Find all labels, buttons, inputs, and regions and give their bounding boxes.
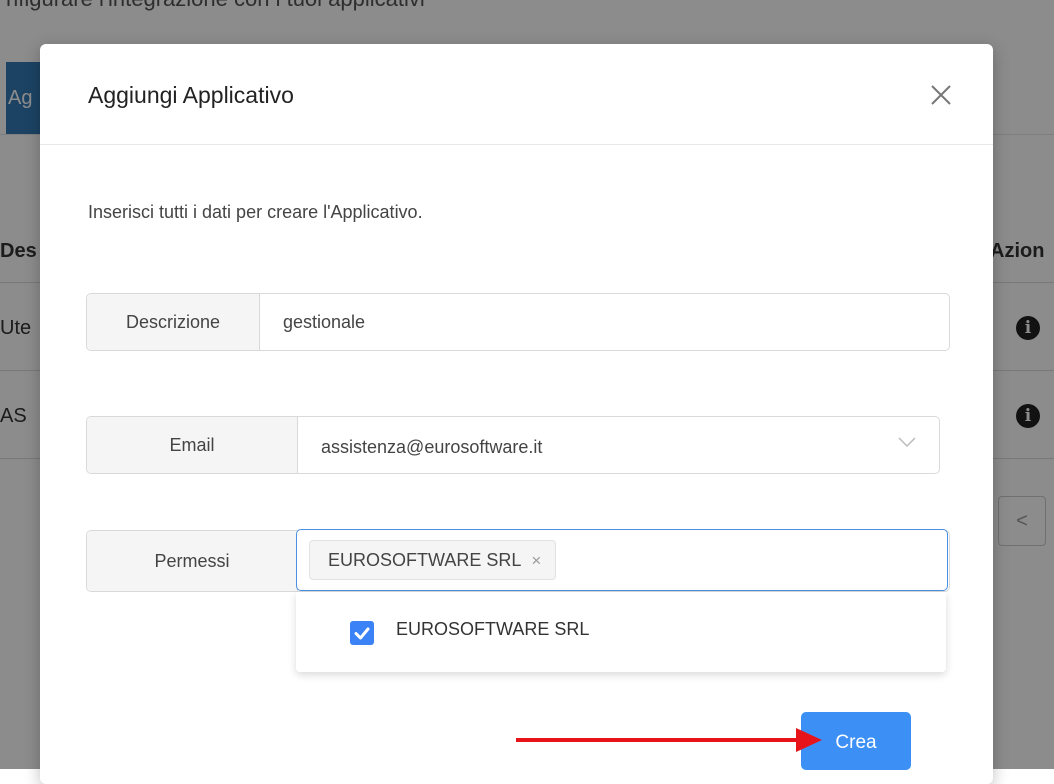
close-icon[interactable] [928,82,954,108]
email-label: Email [87,417,298,473]
selected-tag: EUROSOFTWARE SRL × [309,540,557,580]
add-application-modal: Aggiungi Applicativo Inserisci tutti i d… [40,44,993,784]
description-input[interactable]: gestionale [283,294,365,350]
description-field: Descrizione gestionale [86,293,950,351]
description-label: Descrizione [87,294,260,350]
selected-tag-label: EUROSOFTWARE SRL [328,550,522,570]
modal-title: Aggiungi Applicativo [88,82,294,108]
permissions-dropdown: EUROSOFTWARE SRL [296,592,946,672]
checkbox-checked-icon[interactable] [350,621,374,645]
dropdown-option-label: EUROSOFTWARE SRL [396,619,590,639]
tag-remove-icon[interactable]: × [531,551,541,570]
create-button[interactable]: Crea [801,712,911,770]
chevron-down-icon[interactable] [897,435,917,454]
permissions-multiselect[interactable]: EUROSOFTWARE SRL × [296,529,948,591]
permissions-label: Permessi [87,531,298,591]
email-field: Email assistenza@eurosoftware.it [86,416,940,474]
email-select[interactable]: assistenza@eurosoftware.it [321,417,542,473]
modal-header: Aggiungi Applicativo [40,44,993,145]
dropdown-option[interactable]: EUROSOFTWARE SRL [296,604,946,658]
modal-intro-text: Inserisci tutti i dati per creare l'Appl… [88,202,423,222]
